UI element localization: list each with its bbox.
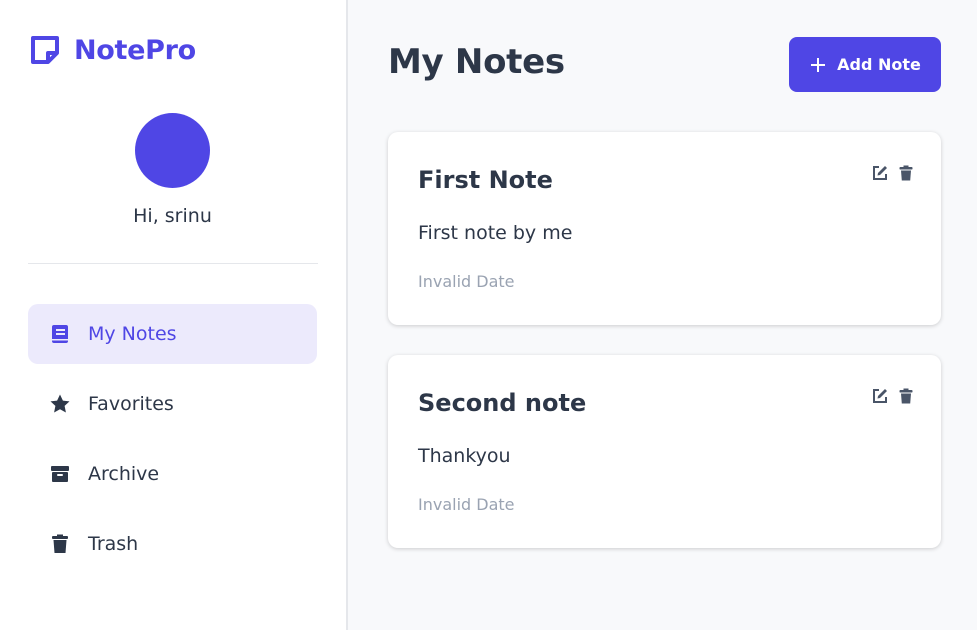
sidebar-item-trash[interactable]: Trash [28, 514, 317, 574]
brand-name: NotePro [74, 34, 196, 66]
note-actions [871, 164, 915, 182]
sidebar-item-label: My Notes [88, 323, 177, 345]
sticky-note-icon [28, 33, 62, 67]
sidebar-divider [28, 263, 318, 264]
sidebar-item-label: Archive [88, 463, 160, 485]
sidebar-nav: My Notes Favorites Archive Trash [28, 304, 317, 584]
note-body: Thankyou [418, 445, 511, 467]
add-note-label: Add Note [837, 55, 921, 74]
plus-icon [809, 56, 827, 74]
brand-logo[interactable]: NotePro [28, 33, 196, 67]
page-title: My Notes [388, 42, 565, 82]
edit-icon[interactable] [871, 164, 889, 182]
trash-icon[interactable] [897, 387, 915, 405]
sidebar-item-label: Trash [88, 533, 139, 555]
archive-box-icon [48, 462, 72, 486]
star-icon [48, 392, 72, 416]
note-title: First Note [418, 166, 553, 194]
sidebar: NotePro Hi, srinu My Notes Favorites Arc… [0, 0, 348, 630]
note-actions [871, 387, 915, 405]
sidebar-item-label: Favorites [88, 393, 174, 415]
note-title: Second note [418, 389, 587, 417]
sidebar-item-favorites[interactable]: Favorites [28, 374, 317, 434]
note-card[interactable]: Second note Thankyou Invalid Date [388, 355, 941, 548]
avatar[interactable] [135, 113, 210, 188]
trash-icon [48, 532, 72, 556]
note-body: First note by me [418, 222, 573, 244]
note-date: Invalid Date [418, 272, 515, 291]
sidebar-item-my-notes[interactable]: My Notes [28, 304, 317, 364]
edit-icon[interactable] [871, 387, 889, 405]
note-card[interactable]: First Note First note by me Invalid Date [388, 132, 941, 325]
sidebar-item-archive[interactable]: Archive [28, 444, 317, 504]
book-icon [48, 322, 72, 346]
trash-icon[interactable] [897, 164, 915, 182]
user-greeting: Hi, srinu [133, 205, 212, 227]
add-note-button[interactable]: Add Note [789, 37, 941, 92]
note-date: Invalid Date [418, 495, 515, 514]
